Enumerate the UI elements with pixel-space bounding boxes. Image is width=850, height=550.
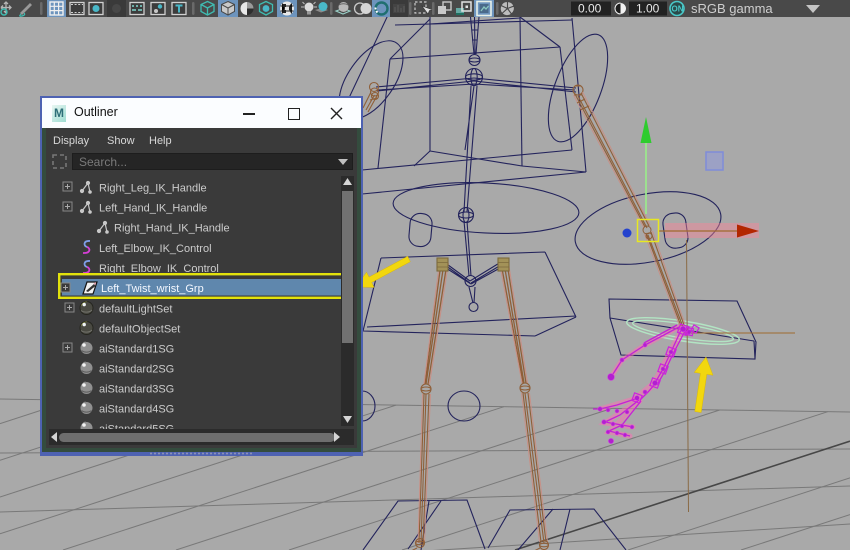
svg-text:Left_Elbow_IK_Control: Left_Elbow_IK_Control [99,243,212,255]
svg-text:aiStandard4SG: aiStandard4SG [99,404,174,416]
svg-text:1.00: 1.00 [636,2,660,16]
svg-text:Right_Leg_IK_Handle: Right_Leg_IK_Handle [99,183,207,195]
svg-text:0.00: 0.00 [578,2,602,16]
svg-text:aiStandard1SG: aiStandard1SG [99,344,174,356]
svg-text:Left_Twist_wrist_Grp: Left_Twist_wrist_Grp [101,283,204,295]
svg-text:Left_Hand_IK_Handle: Left_Hand_IK_Handle [99,203,207,215]
svg-text:ON: ON [672,5,684,14]
svg-text:defaultObjectSet: defaultObjectSet [99,324,180,336]
svg-text:Right_Hand_IK_Handle: Right_Hand_IK_Handle [114,223,230,235]
svg-text:aiStandard3SG: aiStandard3SG [99,384,174,396]
svg-text:defaultLightSet: defaultLightSet [99,304,172,316]
svg-text:aiStandard2SG: aiStandard2SG [99,364,174,376]
svg-text:sRGB gamma: sRGB gamma [691,1,773,16]
